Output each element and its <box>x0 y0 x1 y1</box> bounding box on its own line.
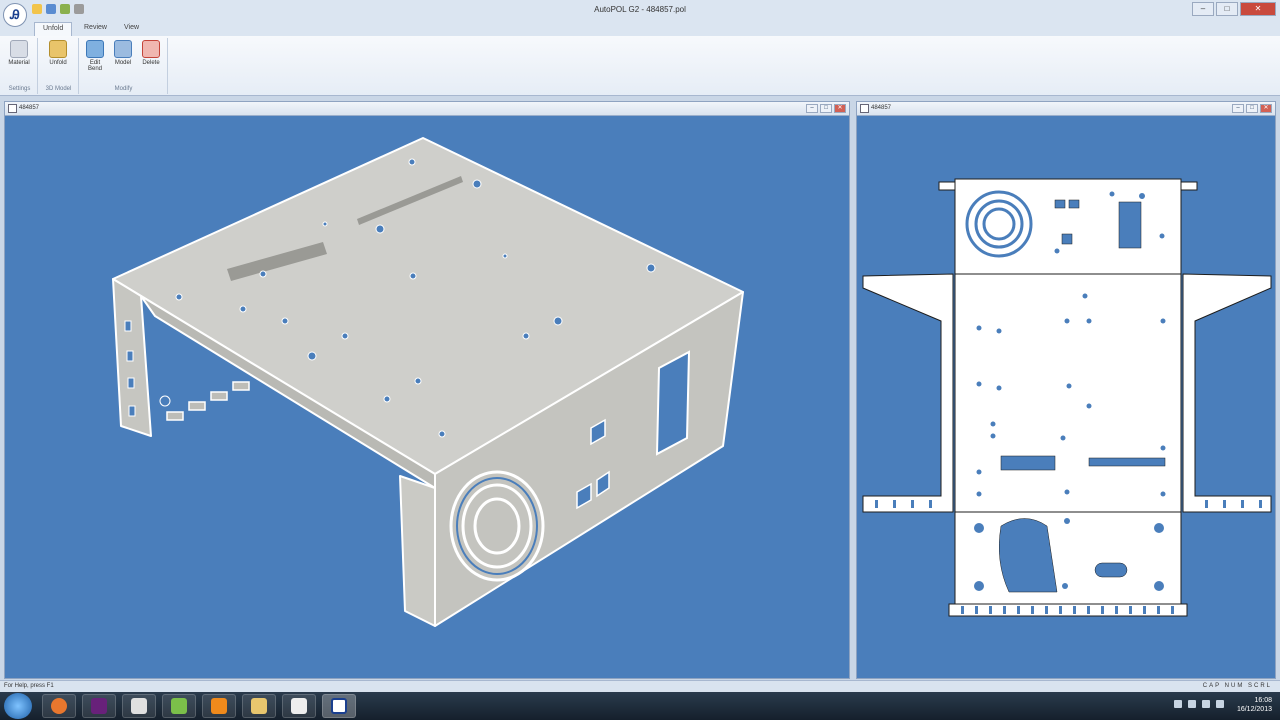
clock[interactable]: 16:08 16/12/2013 <box>1237 696 1272 714</box>
workspace: 484857 – □ ✕ 484857 – □ ✕ <box>0 97 1280 680</box>
pane-3d-header: 484857 – □ ✕ <box>5 102 849 116</box>
app-logo-icon: Ꭿ <box>10 7 20 22</box>
visual-studio-icon[interactable] <box>82 694 116 718</box>
network-icon[interactable] <box>1202 700 1210 708</box>
pane-flat-close-button[interactable]: ✕ <box>1260 104 1272 113</box>
explorer-icon[interactable] <box>242 694 276 718</box>
group-label-3d-model: 3D Model <box>45 86 72 92</box>
document-icon <box>8 104 17 113</box>
flat-right-wing <box>1182 273 1272 513</box>
flat-tab-left <box>938 181 956 191</box>
window-controls: – □ ✕ <box>1192 2 1276 16</box>
material-button[interactable]: Material <box>6 40 32 66</box>
tab-view[interactable]: View <box>116 22 147 36</box>
group-modify: Edit Bend Model Delete Modify <box>80 38 168 94</box>
pane-flat-pattern[interactable]: 484857 – □ ✕ <box>856 101 1276 679</box>
pane-flat-controls: – □ ✕ <box>1232 104 1272 113</box>
flat-pattern-viewport[interactable] <box>857 116 1275 678</box>
status-help-text: For Help, press F1 <box>4 683 54 689</box>
edit-bend-icon <box>86 40 104 58</box>
remote-desktop-icon[interactable] <box>282 694 316 718</box>
clock-time: 16:08 <box>1254 697 1272 704</box>
model-label: Model <box>114 60 132 66</box>
material-label: Material <box>8 60 30 66</box>
pane-flat-header: 484857 – □ ✕ <box>857 102 1275 116</box>
pane-3d-maximize-button[interactable]: □ <box>820 104 832 113</box>
status-indicators: CAP NUM SCRL <box>1202 683 1272 689</box>
close-button[interactable]: ✕ <box>1240 2 1276 16</box>
flat-left-wing <box>862 273 954 513</box>
flat-main-panel <box>954 273 1182 513</box>
document-icon <box>860 104 869 113</box>
system-tray <box>1174 700 1224 708</box>
ribbon-tabs: Unfold Review View <box>0 20 1280 36</box>
part-support-flange <box>399 475 436 627</box>
flat-bottom-strip <box>948 603 1188 617</box>
delete-label: Delete <box>142 60 160 66</box>
volume-icon[interactable] <box>1216 700 1224 708</box>
clock-date: 16/12/2013 <box>1236 706 1272 713</box>
pane-3d-model[interactable]: 484857 – □ ✕ <box>4 101 850 679</box>
tab-unfold[interactable]: Unfold <box>34 22 73 36</box>
delete-icon <box>142 40 160 58</box>
group-settings: Material Settings <box>2 38 38 94</box>
bottom-tabs <box>166 381 250 421</box>
group-label-settings: Settings <box>8 86 31 92</box>
ribbon: Material Settings Unfold 3D Model Edit B… <box>0 36 1280 96</box>
pane-3d-title: 484857 <box>19 105 40 111</box>
delete-button[interactable]: Delete <box>138 40 164 66</box>
firefox-icon[interactable] <box>42 694 76 718</box>
vlc-icon[interactable] <box>202 694 236 718</box>
matlab-icon[interactable] <box>122 694 156 718</box>
unfold-label: Unfold <box>49 60 67 66</box>
maximize-button[interactable]: □ <box>1216 2 1238 16</box>
unfold-button[interactable]: Unfold <box>45 40 71 66</box>
flat-tab-right <box>1180 181 1198 191</box>
minimize-button[interactable]: – <box>1192 2 1214 16</box>
front-cutout <box>655 350 691 456</box>
pane-3d-controls: – □ ✕ <box>806 104 846 113</box>
pane-flat-minimize-button[interactable]: – <box>1232 104 1244 113</box>
unfold-icon <box>49 40 67 58</box>
material-icon <box>10 40 28 58</box>
tab-review[interactable]: Review <box>76 22 115 36</box>
model-button[interactable]: Model <box>110 40 136 66</box>
pane-flat-maximize-button[interactable]: □ <box>1246 104 1258 113</box>
edit-bend-label: Edit Bend <box>87 60 102 72</box>
application-menu-button[interactable]: Ꭿ <box>3 3 27 27</box>
pane-flat-title: 484857 <box>871 105 892 111</box>
autopol-icon[interactable] <box>322 694 356 718</box>
model-icon <box>114 40 132 58</box>
pane-3d-close-button[interactable]: ✕ <box>834 104 846 113</box>
title-bar: AutoPOL G2 - 484857.pol – □ ✕ <box>0 0 1280 20</box>
taskbar: 16:08 16/12/2013 <box>0 692 1280 720</box>
tray-arrow-icon[interactable] <box>1174 700 1182 708</box>
pane-3d-minimize-button[interactable]: – <box>806 104 818 113</box>
flag-icon[interactable] <box>1188 700 1196 708</box>
status-bar: For Help, press F1 CAP NUM SCRL <box>0 680 1280 692</box>
model-3d-viewport[interactable] <box>5 116 849 678</box>
window-title: AutoPOL G2 - 484857.pol <box>594 5 686 14</box>
start-button[interactable] <box>4 693 32 719</box>
edit-bend-button[interactable]: Edit Bend <box>82 40 108 72</box>
flat-bottom-panel <box>954 511 1182 605</box>
group-label-modify: Modify <box>114 86 133 92</box>
group-3d-model: Unfold 3D Model <box>39 38 79 94</box>
notepad-icon[interactable] <box>162 694 196 718</box>
